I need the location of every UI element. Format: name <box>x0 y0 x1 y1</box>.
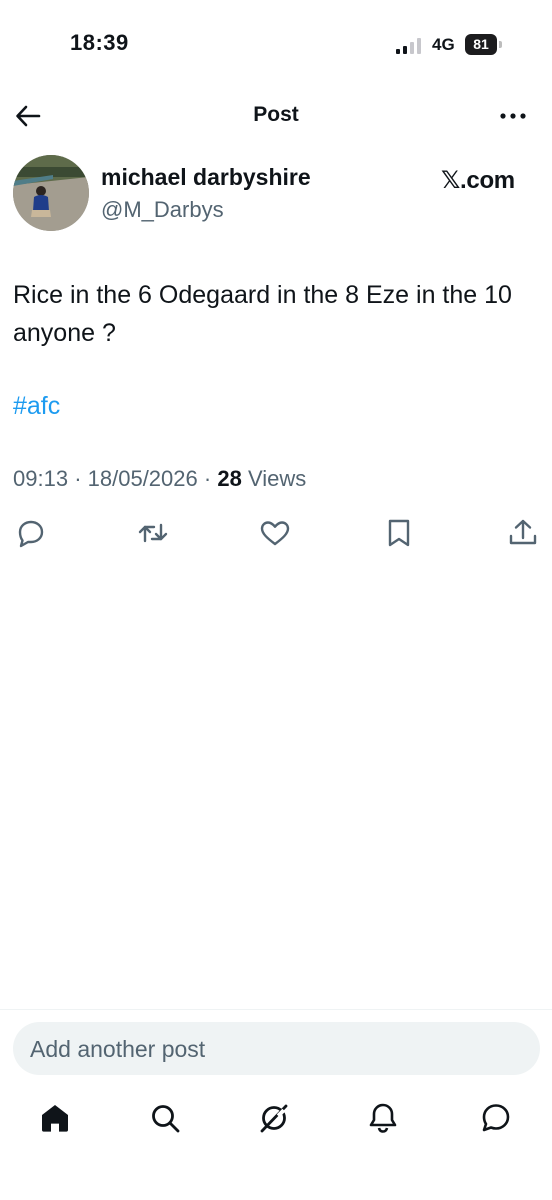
grok-icon[interactable] <box>257 1101 291 1135</box>
post-meta: 09:13 · 18/05/2026 · 28 Views <box>13 466 307 491</box>
share-icon[interactable] <box>507 517 539 549</box>
search-icon[interactable] <box>148 1101 182 1135</box>
reply-composer-input[interactable]: Add another post <box>13 1022 540 1075</box>
avatar[interactable] <box>13 155 89 231</box>
source-label: 𝕏.com <box>441 167 515 194</box>
like-icon[interactable] <box>259 517 291 549</box>
signal-icon <box>396 38 421 54</box>
post-date: 18/05/2026 <box>87 466 198 491</box>
notifications-icon[interactable] <box>366 1101 400 1135</box>
views-label: Views <box>247 466 307 491</box>
battery-icon: 81 <box>465 34 505 55</box>
page-title: Post <box>253 103 299 126</box>
more-options-icon[interactable] <box>498 104 528 128</box>
home-icon[interactable] <box>38 1101 72 1135</box>
author-name[interactable]: michael darbyshire <box>101 164 311 191</box>
post-text: Rice in the 6 Odegaard in the 8 Eze in t… <box>13 281 512 347</box>
reply-icon[interactable] <box>15 517 47 549</box>
post-time: 09:13 <box>13 466 69 491</box>
bookmark-icon[interactable] <box>383 517 415 549</box>
battery-level: 81 <box>465 34 497 55</box>
status-time: 18:39 <box>70 30 129 55</box>
network-type: 4G <box>432 35 455 54</box>
author-handle[interactable]: @M_Darbys <box>101 197 224 223</box>
composer-placeholder: Add another post <box>30 1036 206 1062</box>
views-count: 28 <box>217 466 242 491</box>
divider <box>0 1009 552 1010</box>
hashtag-link[interactable]: #afc <box>13 392 60 421</box>
repost-icon[interactable] <box>137 517 169 549</box>
messages-icon[interactable] <box>479 1101 513 1135</box>
